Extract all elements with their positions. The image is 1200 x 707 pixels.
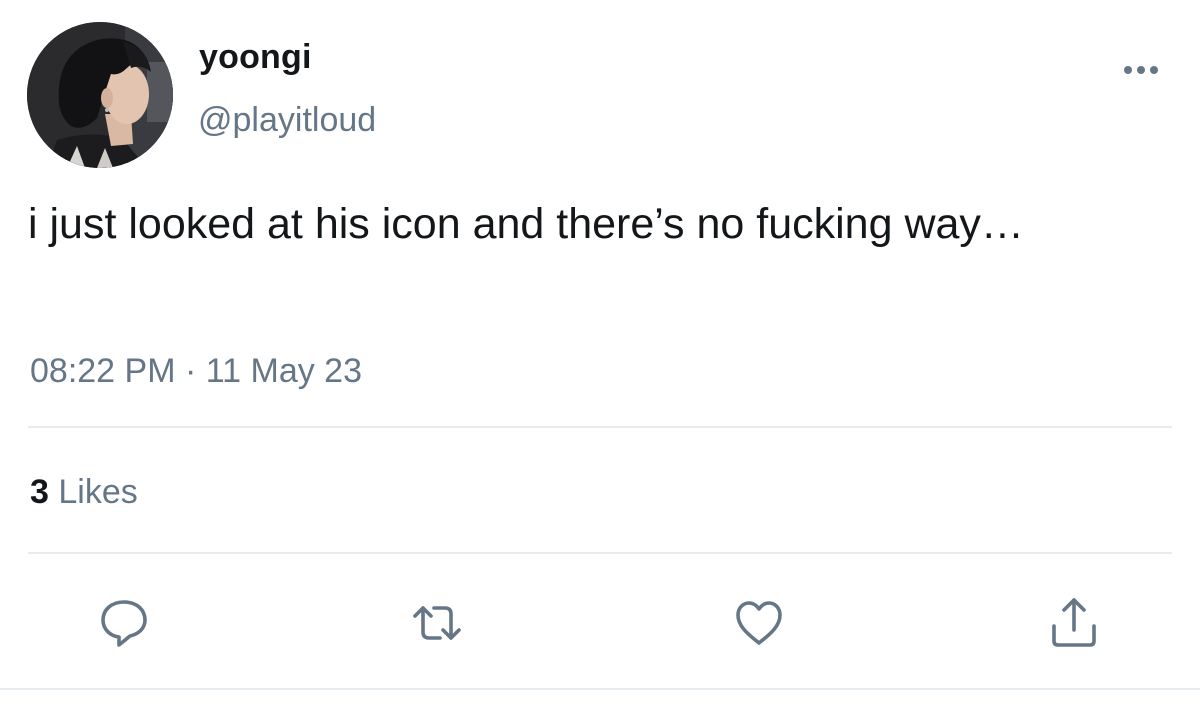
divider	[28, 426, 1172, 428]
user-handle[interactable]: @playitloud	[198, 101, 376, 140]
like-button[interactable]	[732, 596, 786, 650]
avatar[interactable]	[27, 22, 173, 168]
share-icon	[1052, 598, 1096, 647]
timestamp-separator: ·	[184, 352, 197, 390]
more-options-icon[interactable]	[1122, 62, 1160, 78]
display-name[interactable]: yoongi	[199, 38, 312, 77]
heart-icon	[736, 601, 782, 645]
tweet-text: i just looked at his icon and there’s no…	[28, 200, 1024, 248]
likes-label: Likes	[58, 473, 138, 511]
retweet-icon	[413, 606, 461, 640]
likes-stat[interactable]: 3 Likes	[30, 473, 138, 512]
share-button[interactable]	[1047, 596, 1101, 650]
tweet-date: 11 May 23	[205, 352, 363, 390]
divider	[0, 688, 1200, 690]
tweet-timestamp[interactable]: 08:22 PM · 11 May 23	[30, 352, 362, 391]
tweet-card: yoongi @playitloud i just looked at his …	[0, 0, 1200, 707]
avatar-photo	[27, 22, 173, 168]
divider	[28, 552, 1172, 554]
tweet-time: 08:22 PM	[30, 352, 176, 390]
comment-icon	[101, 600, 147, 647]
retweet-button[interactable]	[410, 596, 464, 650]
likes-count: 3	[30, 473, 49, 511]
reply-button[interactable]	[97, 596, 151, 650]
